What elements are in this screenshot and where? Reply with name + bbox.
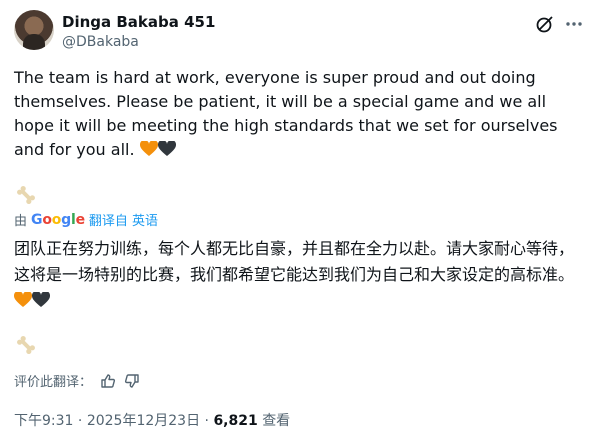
translation-attribution: 由 Google 翻译自 英语 bbox=[14, 210, 158, 230]
more-icon[interactable] bbox=[564, 14, 584, 34]
thumb-up-icon[interactable] bbox=[100, 373, 116, 389]
translation-prefix: 由 bbox=[14, 214, 28, 229]
black-heart-icon bbox=[157, 141, 176, 156]
views-label: 查看 bbox=[262, 413, 291, 429]
thumb-down-icon[interactable] bbox=[124, 373, 140, 389]
tweet-time[interactable]: 下午9:31 bbox=[14, 413, 73, 429]
tweet-body: The team is hard at work, everyone is su… bbox=[14, 68, 558, 159]
grok-icon[interactable] bbox=[535, 14, 555, 34]
avatar[interactable] bbox=[14, 10, 54, 50]
tweet-meta: 下午9:31 · 2025年12月23日 · 6,821 查看 bbox=[14, 410, 290, 430]
bone-icon bbox=[17, 186, 35, 204]
orange-heart-icon bbox=[14, 292, 32, 307]
views-count[interactable]: 6,821 bbox=[213, 413, 257, 429]
black-heart-icon bbox=[32, 292, 50, 307]
google-logo: Google bbox=[31, 211, 85, 228]
meta-separator: · bbox=[204, 413, 209, 429]
meta-separator: · bbox=[77, 413, 83, 429]
translated-from-link[interactable]: 翻译自 英语 bbox=[89, 210, 158, 229]
bone-icon bbox=[17, 336, 35, 354]
orange-heart-icon bbox=[139, 141, 158, 156]
tweet-text: The team is hard at work, everyone is su… bbox=[14, 66, 579, 162]
author-handle[interactable]: @DBakaba bbox=[62, 34, 139, 50]
tweet-date[interactable]: 2025年12月23日 bbox=[87, 413, 200, 429]
author-display-name[interactable]: Dinga Bakaba 451 bbox=[62, 13, 215, 31]
rate-label: 评价此翻译： bbox=[14, 375, 93, 390]
translated-body: 团队正在努力训练，每个人都无比自豪，并且都在全力以赴。请大家耐心等待，这将是一场… bbox=[14, 239, 575, 284]
translated-text: 团队正在努力训练，每个人都无比自豪，并且都在全力以赴。请大家耐心等待，这将是一场… bbox=[14, 236, 584, 314]
rate-translation: 评价此翻译： bbox=[14, 371, 140, 390]
